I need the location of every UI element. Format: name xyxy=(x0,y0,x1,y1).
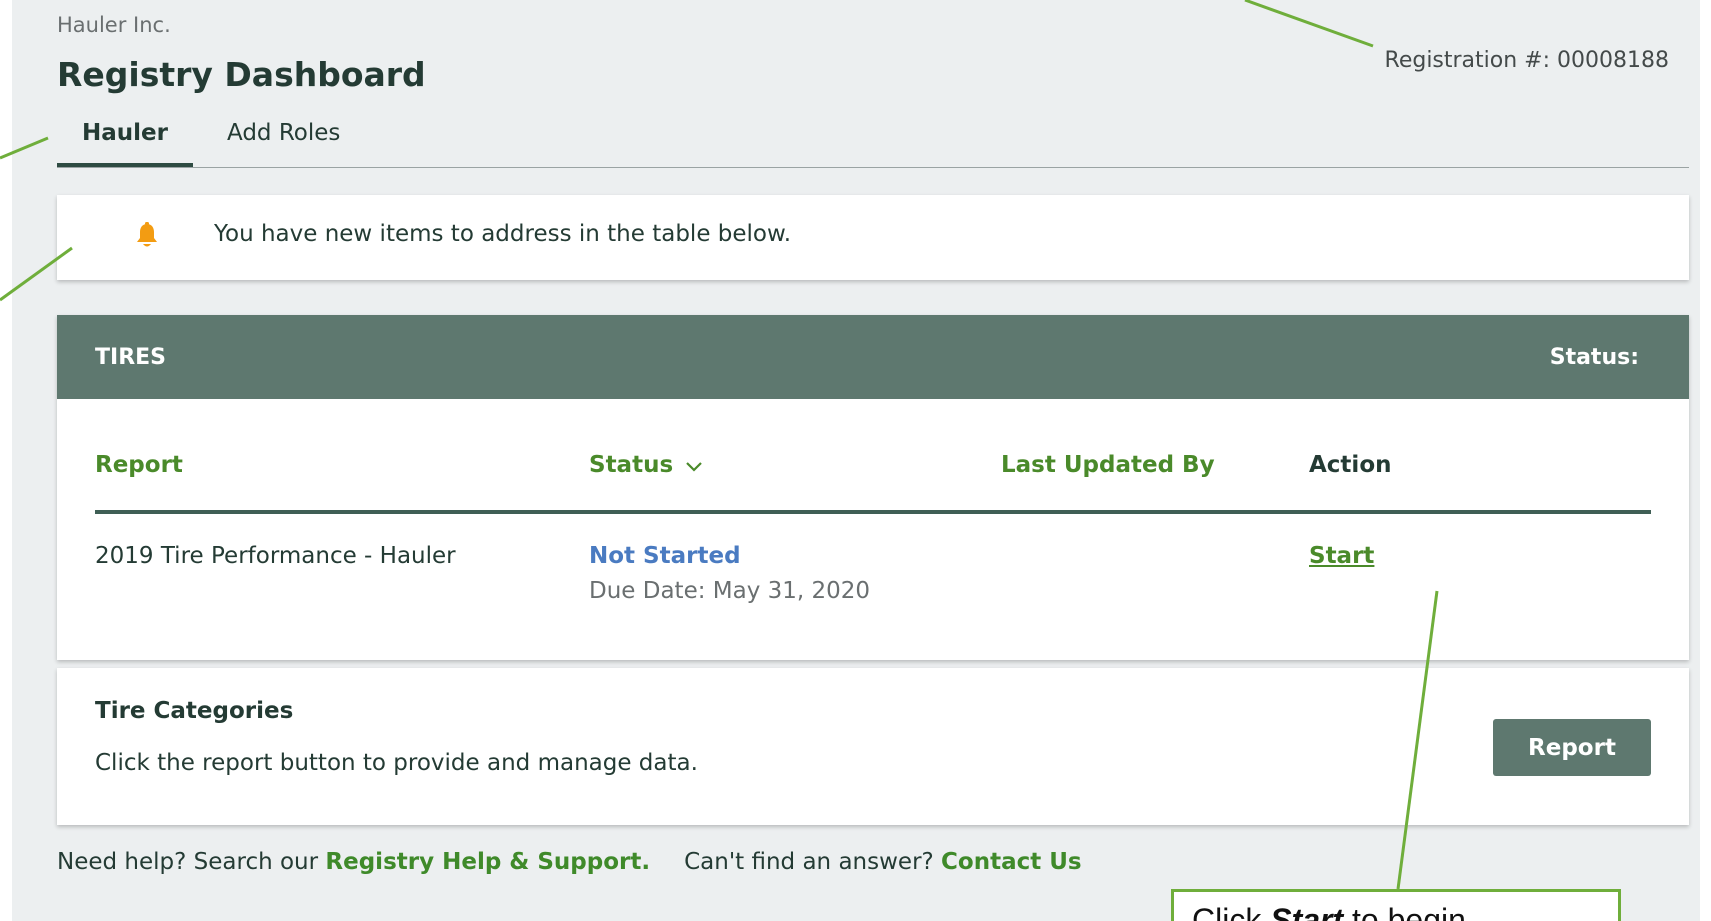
callout-emphasis: Start xyxy=(1270,902,1344,921)
instruction-callout: Click Start to begin xyxy=(1171,889,1621,921)
tires-title: TIRES xyxy=(95,345,167,370)
due-date: Due Date: May 31, 2020 xyxy=(589,578,871,604)
bell-icon xyxy=(137,222,157,247)
column-header-action: Action xyxy=(1309,452,1392,478)
callout-prefix: Click xyxy=(1192,902,1271,921)
report-name: 2019 Tire Performance - Hauler xyxy=(95,543,456,569)
tab-add-roles[interactable]: Add Roles xyxy=(202,120,365,167)
tab-bar: Hauler Add Roles xyxy=(57,118,1689,168)
page-title: Registry Dashboard xyxy=(57,55,426,94)
status-text: Not Started xyxy=(589,543,741,569)
contact-us-link[interactable]: Contact Us xyxy=(941,849,1082,875)
help-prefix: Need help? Search our xyxy=(57,849,326,875)
column-header-status-label: Status xyxy=(589,452,674,478)
chevron-down-icon xyxy=(686,461,702,472)
column-header-status[interactable]: Status xyxy=(589,452,703,478)
tires-status-label: Status: xyxy=(1549,345,1639,370)
tab-hauler[interactable]: Hauler xyxy=(57,120,193,167)
company-name: Hauler Inc. xyxy=(57,13,171,37)
categories-title: Tire Categories xyxy=(95,698,294,724)
header-divider xyxy=(95,510,1651,514)
start-link[interactable]: Start xyxy=(1309,543,1374,569)
callout-suffix: to begin xyxy=(1343,902,1466,921)
help-support-link[interactable]: Registry Help & Support. xyxy=(325,849,650,875)
report-button[interactable]: Report xyxy=(1493,719,1651,776)
notification-text: You have new items to address in the tab… xyxy=(214,221,791,247)
answer-prefix: Can't find an answer? xyxy=(684,849,942,875)
help-footer: Need help? Search our Registry Help & Su… xyxy=(57,849,1082,875)
tire-categories-panel: Tire Categories Click the report button … xyxy=(57,668,1689,825)
tires-panel: TIRES Status: Report Status Last Updated… xyxy=(57,315,1689,660)
tires-header: TIRES Status: xyxy=(57,315,1689,399)
column-header-last-updated[interactable]: Last Updated By xyxy=(1001,452,1215,478)
categories-description: Click the report button to provide and m… xyxy=(95,750,698,776)
app-window: Hauler Inc. Registry Dashboard Registrat… xyxy=(12,0,1700,921)
registration-number: Registration #: 00008188 xyxy=(1384,48,1669,73)
column-header-report[interactable]: Report xyxy=(95,452,183,478)
notification-banner: You have new items to address in the tab… xyxy=(57,195,1689,280)
